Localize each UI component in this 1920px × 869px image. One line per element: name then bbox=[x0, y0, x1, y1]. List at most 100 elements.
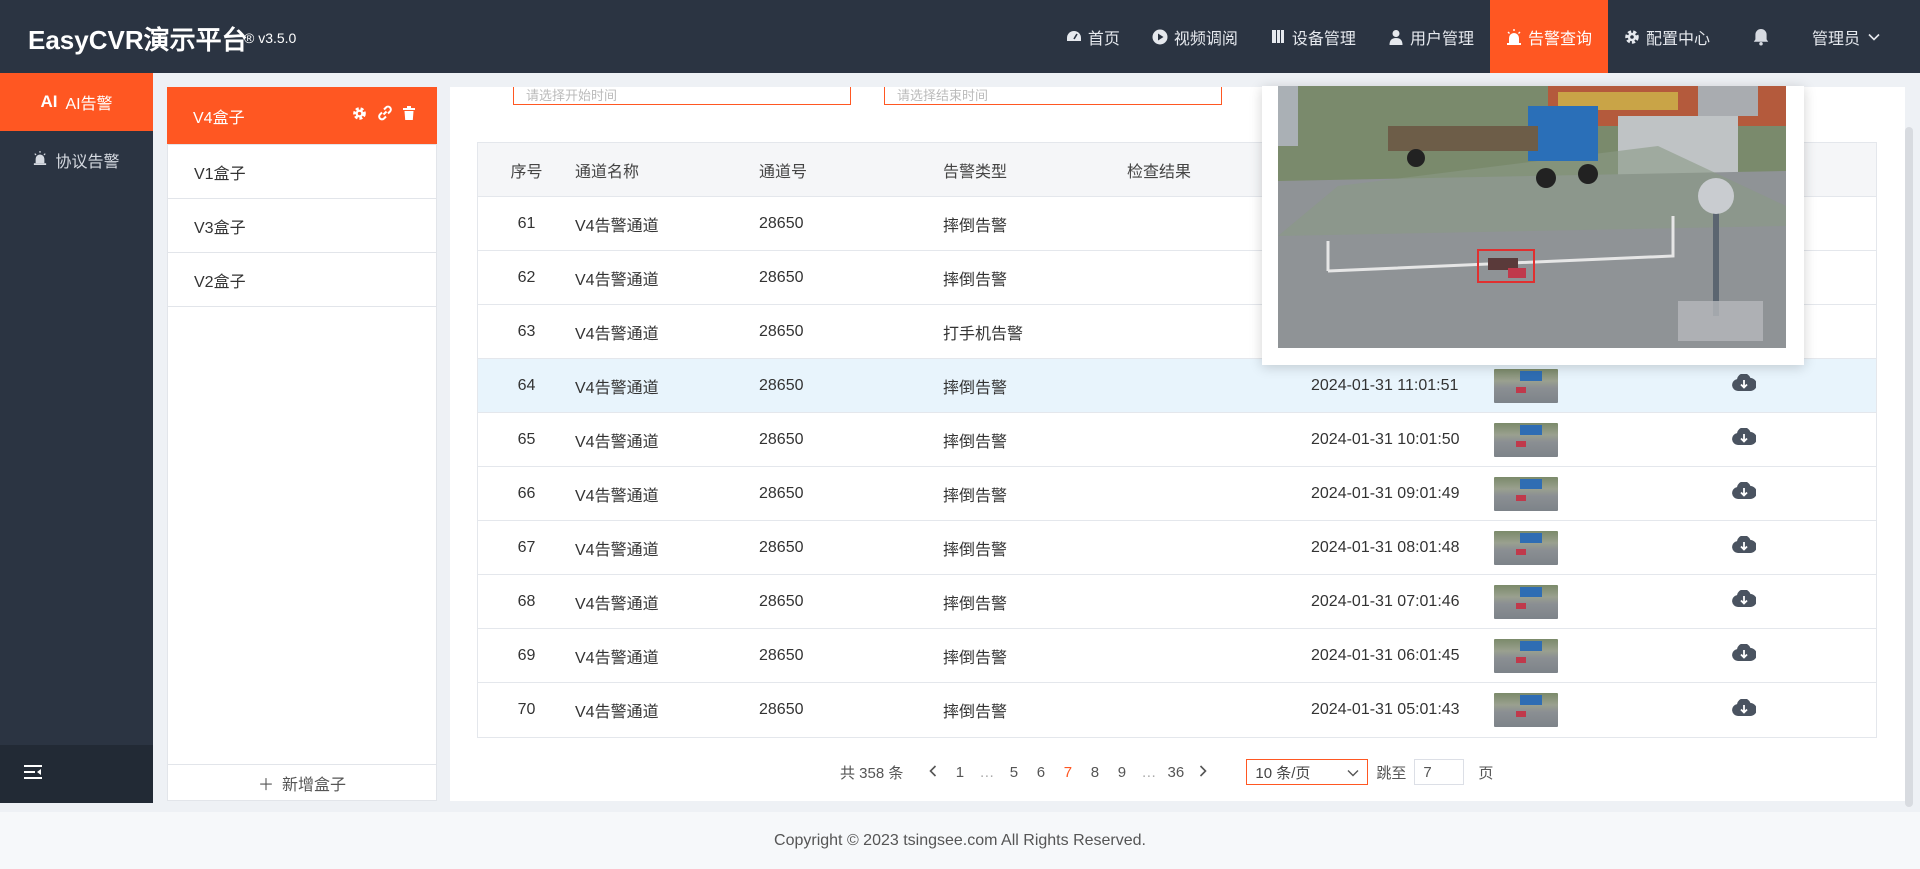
download-icon[interactable] bbox=[1732, 481, 1757, 505]
snapshot-thumbnail[interactable] bbox=[1494, 422, 1558, 457]
cell-channel-name: V4告警通道 bbox=[575, 271, 659, 289]
nav-home-label: 首页 bbox=[1087, 30, 1120, 48]
footer: Copyright © 2023 tsingsee.com All Rights… bbox=[0, 812, 1920, 869]
nav-devices-label: 设备管理 bbox=[1291, 30, 1356, 48]
table-row[interactable]: 69 V4告警通道 28650 摔倒告警 2024-01-31 06:01:45 bbox=[478, 629, 1876, 683]
page-number-button[interactable]: 5 bbox=[1000, 764, 1027, 781]
cell-no: 64 bbox=[517, 376, 536, 394]
download-icon[interactable] bbox=[1732, 697, 1757, 722]
box-item-label: V2盒子 bbox=[194, 273, 246, 291]
box-item-v2[interactable]: V2盒子 bbox=[168, 253, 436, 307]
snapshot-thumbnail[interactable] bbox=[1494, 530, 1558, 565]
cell-alarm-type: 摔倒告警 bbox=[943, 649, 1008, 667]
nav-video[interactable]: 视频调阅 bbox=[1136, 0, 1254, 73]
table-row[interactable]: 64 V4告警通道 28650 摔倒告警 2024-01-31 11:01:51 bbox=[478, 359, 1876, 413]
download-icon[interactable] bbox=[1732, 589, 1757, 613]
table-row[interactable]: 70 V4告警通道 28650 摔倒告警 2024-01-31 05:01:43 bbox=[478, 683, 1876, 737]
cell-alarm-type: 摔倒告警 bbox=[943, 379, 1008, 397]
page-number-button[interactable]: 8 bbox=[1081, 764, 1108, 781]
add-box-button[interactable]: ＋ 新增盒子 bbox=[168, 764, 436, 800]
cell-no: 67 bbox=[517, 538, 536, 556]
link-icon[interactable] bbox=[377, 105, 393, 126]
download-icon[interactable] bbox=[1732, 427, 1757, 451]
nav-home[interactable]: 首页 bbox=[1050, 0, 1136, 73]
snapshot-thumbnail[interactable] bbox=[1494, 368, 1558, 403]
page-ellipsis[interactable]: … bbox=[973, 764, 1000, 781]
cell-channel-no: 28650 bbox=[759, 214, 804, 232]
sidebar-item-protocol-alarm[interactable]: 协议告警 bbox=[0, 131, 153, 189]
page-ellipsis[interactable]: … bbox=[1135, 764, 1162, 781]
box-item-v3[interactable]: V3盒子 bbox=[168, 199, 436, 253]
brand-title: EasyCVR演示平台 bbox=[28, 25, 248, 55]
box-item-label: V4盒子 bbox=[193, 109, 245, 127]
cell-alarm-type: 摔倒告警 bbox=[943, 704, 1008, 721]
cell-channel-no: 28650 bbox=[759, 322, 804, 340]
nav-config[interactable]: 配置中心 bbox=[1608, 0, 1726, 73]
cell-no: 68 bbox=[517, 592, 536, 610]
chevron-down-icon bbox=[1347, 764, 1359, 781]
snapshot-thumbnail[interactable] bbox=[1494, 476, 1558, 511]
cell-alarm-type: 摔倒告警 bbox=[943, 433, 1008, 451]
user-menu[interactable]: 管理员 bbox=[1796, 0, 1920, 73]
page-size-value: 10 条/页 bbox=[1255, 764, 1311, 782]
table-row[interactable]: 65 V4告警通道 28650 摔倒告警 2024-01-31 10:01:50 bbox=[478, 413, 1876, 467]
next-page-button[interactable] bbox=[1189, 764, 1216, 781]
page-number-button[interactable]: 36 bbox=[1162, 764, 1189, 781]
table-row[interactable]: 68 V4告警通道 28650 摔倒告警 2024-01-31 07:01:46 bbox=[478, 575, 1876, 629]
page-number-button[interactable]: 7 bbox=[1054, 764, 1081, 781]
cell-channel-name: V4告警通道 bbox=[575, 704, 659, 721]
cell-actions bbox=[1714, 427, 1774, 451]
download-icon[interactable] bbox=[1732, 643, 1757, 667]
gear-icon[interactable] bbox=[352, 106, 367, 126]
download-icon[interactable] bbox=[1732, 535, 1757, 559]
cell-channel-name: V4告警通道 bbox=[575, 649, 659, 667]
page-number-button[interactable]: 6 bbox=[1027, 764, 1054, 781]
cell-snapshot bbox=[1494, 422, 1714, 457]
total-count: 共 358 条 bbox=[840, 764, 904, 782]
nav-devices[interactable]: 设备管理 bbox=[1254, 0, 1372, 73]
notifications-button[interactable] bbox=[1726, 0, 1796, 73]
table-row[interactable]: 67 V4告警通道 28650 摔倒告警 2024-01-31 08:01:48 bbox=[478, 521, 1876, 575]
jump-label: 跳至 bbox=[1376, 764, 1407, 782]
cell-channel-name: V4告警通道 bbox=[575, 217, 659, 235]
start-time-input[interactable]: 请选择开始时间 bbox=[513, 87, 851, 105]
cell-no: 62 bbox=[517, 268, 536, 286]
box-tools bbox=[352, 87, 415, 144]
menu-fold-icon bbox=[24, 764, 42, 784]
page-number-button[interactable]: 9 bbox=[1108, 764, 1135, 781]
cell-channel-name: V4告警通道 bbox=[575, 541, 659, 559]
cell-time: 2024-01-31 06:01:45 bbox=[1311, 646, 1460, 664]
sidebar-collapse-button[interactable] bbox=[0, 745, 153, 803]
jump-page-input[interactable]: 7 bbox=[1414, 759, 1465, 785]
page-size-select[interactable]: 10 条/页 bbox=[1246, 759, 1369, 785]
box-item-v1[interactable]: V1盒子 bbox=[168, 145, 436, 199]
cell-time: 2024-01-31 05:01:43 bbox=[1311, 701, 1460, 718]
nav-alarms[interactable]: 告警查询 bbox=[1489, 0, 1608, 73]
nav-alarms-label: 告警查询 bbox=[1527, 30, 1592, 48]
trash-icon[interactable] bbox=[403, 106, 415, 125]
table-row[interactable]: 66 V4告警通道 28650 摔倒告警 2024-01-31 09:01:49 bbox=[478, 467, 1876, 521]
end-time-input[interactable]: 请选择结束时间 bbox=[884, 87, 1222, 105]
cell-channel-no: 28650 bbox=[759, 430, 804, 448]
cell-channel-name: V4告警通道 bbox=[575, 595, 659, 613]
prev-page-button[interactable] bbox=[919, 764, 946, 781]
box-item-label: V3盒子 bbox=[194, 219, 246, 237]
nav-users[interactable]: 用户管理 bbox=[1372, 0, 1490, 73]
page-number-button[interactable]: 1 bbox=[946, 764, 973, 781]
cell-no: 66 bbox=[517, 484, 536, 502]
play-circle-icon bbox=[1152, 29, 1168, 45]
sidebar-item-ai-alarm[interactable]: AI AI告警 bbox=[0, 73, 153, 131]
cell-snapshot bbox=[1494, 584, 1714, 619]
page-scrollbar[interactable] bbox=[1905, 127, 1913, 807]
box-item-v4[interactable]: V4盒子 bbox=[167, 87, 437, 145]
snapshot-thumbnail[interactable] bbox=[1494, 584, 1558, 619]
cell-no: 69 bbox=[517, 646, 536, 664]
snapshot-thumbnail[interactable] bbox=[1494, 693, 1558, 727]
nav-config-label: 配置中心 bbox=[1645, 30, 1710, 48]
download-icon[interactable] bbox=[1732, 373, 1757, 397]
snapshot-thumbnail[interactable] bbox=[1494, 638, 1558, 673]
cell-channel-name: V4告警通道 bbox=[575, 379, 659, 397]
image-preview-popup bbox=[1262, 86, 1804, 365]
cell-channel-no: 28650 bbox=[759, 268, 804, 286]
add-box-label: 新增盒子 bbox=[282, 776, 347, 794]
